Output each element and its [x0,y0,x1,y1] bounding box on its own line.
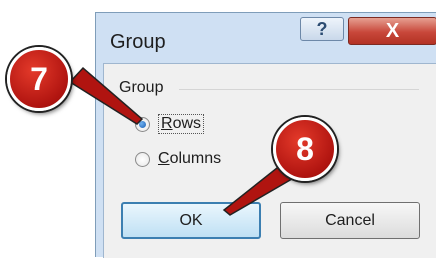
callout-arrows [68,66,306,216]
callout-7-arrow [68,66,144,125]
step-7-callout: 7 [7,47,71,111]
step-8-callout: 8 [273,117,337,181]
